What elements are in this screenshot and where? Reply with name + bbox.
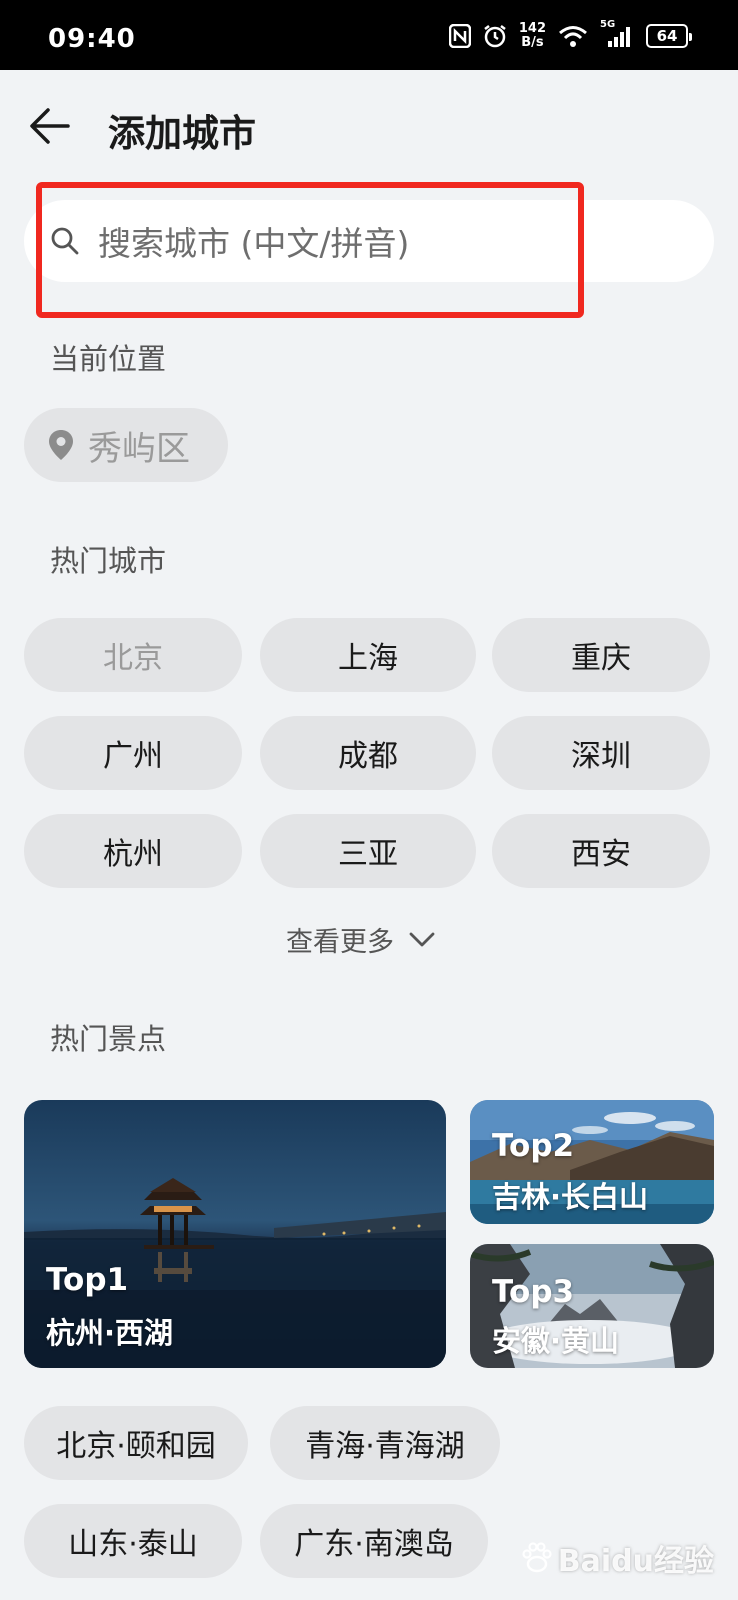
city-chip-xian[interactable]: 西安 [492, 814, 710, 888]
back-arrow-icon[interactable] [28, 104, 72, 148]
spot-chip-nanaodao[interactable]: 广东·南澳岛 [260, 1504, 488, 1578]
hot-spots-label: 热门景点 [50, 1022, 167, 1056]
city-chip-sanya[interactable]: 三亚 [260, 814, 476, 888]
city-chip-shenzhen[interactable]: 深圳 [492, 716, 710, 790]
battery-icon: 64 [646, 24, 692, 48]
city-chip-hangzhou[interactable]: 杭州 [24, 814, 242, 888]
current-location-label: 当前位置 [50, 342, 167, 376]
spot-name-top1: 杭州·西湖 [46, 1316, 174, 1350]
search-icon [51, 227, 79, 255]
see-more-label: 查看更多 [286, 927, 394, 958]
hot-cities-label: 热门城市 [50, 544, 167, 578]
search-placeholder: 搜索城市 (中文/拼音) [98, 224, 410, 263]
paw-icon [522, 1542, 552, 1573]
city-chip-guangzhou[interactable]: 广州 [24, 716, 242, 790]
city-chip-chengdu[interactable]: 成都 [260, 716, 476, 790]
city-chip-shanghai[interactable]: 上海 [260, 618, 476, 692]
baidu-watermark: Baidu经验 [520, 1536, 714, 1580]
spot-rank-top1: Top1 [46, 1262, 129, 1298]
signal-icon: 5G [600, 19, 634, 49]
city-chip-chongqing[interactable]: 重庆 [492, 618, 710, 692]
spot-chip-qinghaihu[interactable]: 青海·青海湖 [270, 1406, 500, 1480]
alarm-icon [484, 25, 506, 48]
nfc-icon [448, 24, 471, 48]
current-location-chip[interactable]: 秀屿区 [24, 408, 228, 482]
status-bar: 09:40 142 B/s 5G 64 [0, 0, 738, 70]
location-pin-icon [49, 430, 73, 460]
spot-card-top2[interactable]: Top2 吉林·长白山 [470, 1100, 714, 1224]
spot-chip-taishan[interactable]: 山东·泰山 [24, 1504, 242, 1578]
spot-name-top2: 吉林·长白山 [492, 1180, 649, 1214]
network-speed: 142 B/s [518, 21, 546, 50]
spot-card-top1[interactable]: Top1 杭州·西湖 [24, 1100, 446, 1368]
see-more-button[interactable]: 查看更多 [286, 920, 436, 959]
status-icons: 142 B/s 5G 64 [448, 19, 692, 52]
spot-name-top3: 安徽·黄山 [492, 1324, 620, 1358]
city-chip-beijing[interactable]: 北京 [24, 618, 242, 692]
spot-chip-yiheyuan[interactable]: 北京·颐和园 [24, 1406, 248, 1480]
search-input[interactable]: 搜索城市 (中文/拼音) [24, 200, 714, 282]
current-location-text: 秀屿区 [88, 428, 190, 469]
page-title: 添加城市 [108, 112, 256, 155]
status-time: 09:40 [48, 24, 136, 54]
spot-card-top3[interactable]: Top3 安徽·黄山 [470, 1244, 714, 1368]
spot-rank-top3: Top3 [492, 1274, 575, 1310]
chevron-down-icon [409, 932, 435, 946]
spot-rank-top2: Top2 [492, 1128, 575, 1164]
wifi-icon [559, 26, 587, 47]
watermark-text: Baidu经验 [557, 1544, 714, 1579]
